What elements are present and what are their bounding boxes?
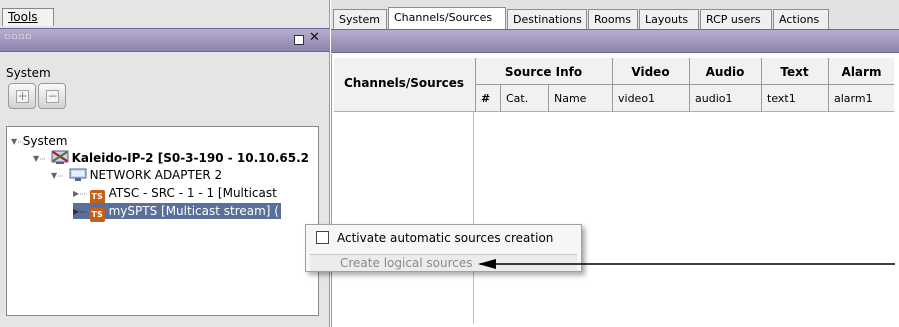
- plus-icon: +: [16, 89, 29, 103]
- remove-button[interactable]: −: [38, 83, 66, 109]
- tree-node-system[interactable]: ▼···System: [11, 133, 68, 149]
- col-audio1[interactable]: audio1: [689, 85, 761, 112]
- group-source-info[interactable]: Source Info: [476, 65, 611, 79]
- channels-sources-grid[interactable]: Channels/Sources Source Info Video Audio…: [331, 54, 899, 327]
- tree-node-label: System: [22, 134, 68, 148]
- system-label: System: [6, 66, 51, 80]
- panel-titlebar[interactable]: [331, 29, 899, 53]
- tab-destinations[interactable]: Destinations: [507, 9, 587, 29]
- main-panel: System Channels/Sources Destinations Roo…: [331, 0, 899, 327]
- col-number[interactable]: #: [475, 85, 500, 112]
- menu-item-label: Activate automatic sources creation: [337, 231, 554, 245]
- col-video1[interactable]: video1: [612, 85, 689, 112]
- group-video[interactable]: Video: [613, 65, 688, 79]
- tab-system[interactable]: System: [333, 9, 387, 29]
- system-tree[interactable]: ▼···System ▼··· Kaleido-IP-2 [S0-3-190 -…: [6, 126, 319, 316]
- tree-node-label: ATSC - SRC - 1 - 1 [Multicast: [108, 186, 277, 200]
- tab-rcp-users[interactable]: RCP users: [700, 9, 772, 29]
- group-alarm[interactable]: Alarm: [829, 65, 894, 79]
- menu-item-activate-automatic-sources[interactable]: Activate automatic sources creation: [316, 231, 553, 245]
- network-adapter-icon: [69, 168, 87, 186]
- tree-node-adapter[interactable]: ▼··· NETWORK ADAPTER 2: [51, 167, 222, 183]
- tab-rooms[interactable]: Rooms: [588, 9, 638, 29]
- group-text[interactable]: Text: [762, 65, 827, 79]
- panel-titlebar[interactable]: ▫▫▫▫ ✕: [0, 28, 330, 52]
- tree-node-label: Kaleido-IP-2 [S0-3-190 - 10.10.65.2: [71, 151, 310, 165]
- row-header-label: Channels/Sources: [343, 76, 465, 90]
- tab-bar: System Channels/Sources Destinations Roo…: [331, 0, 899, 30]
- col-text1[interactable]: text1: [761, 85, 828, 112]
- tree-node-device[interactable]: ▼··· Kaleido-IP-2 [S0-3-190 - 10.10.65.2: [33, 149, 309, 165]
- system-panel: Tools ▫▫▫▫ ✕ System + − ▼···System ▼··· …: [0, 0, 330, 327]
- tab-channels-sources[interactable]: Channels/Sources: [388, 7, 506, 30]
- transport-stream-icon: TS: [89, 190, 105, 204]
- minus-icon: −: [46, 89, 59, 103]
- tree-node-stream-atsc[interactable]: ▶···· TS ATSC - SRC - 1 - 1 [Multicast: [73, 185, 277, 204]
- checkbox-icon[interactable]: [316, 231, 329, 244]
- grid-header: Channels/Sources Source Info Video Audio…: [334, 58, 894, 112]
- tab-actions[interactable]: Actions: [773, 9, 829, 29]
- menu-item-create-logical-sources[interactable]: Create logical sources: [310, 255, 577, 271]
- tree-node-stream-myspts[interactable]: ▶···· TS mySPTS [Multicast stream] (: [73, 203, 281, 222]
- tree-node-label: NETWORK ADAPTER 2: [89, 168, 223, 182]
- col-alarm1[interactable]: alarm1: [828, 85, 894, 112]
- kaleido-device-icon: [51, 149, 69, 169]
- context-menu: Activate automatic sources creation Crea…: [305, 224, 582, 272]
- drag-grip-icon[interactable]: ▫▫▫▫: [4, 32, 32, 42]
- tree-node-label: mySPTS [Multicast stream] (: [108, 204, 279, 218]
- col-name[interactable]: Name: [548, 85, 612, 112]
- group-audio[interactable]: Audio: [690, 65, 760, 79]
- tools-tab[interactable]: Tools: [2, 8, 54, 26]
- close-icon[interactable]: ✕: [309, 30, 320, 45]
- col-category[interactable]: Cat.: [500, 85, 548, 112]
- dock-icon[interactable]: [294, 35, 304, 45]
- add-button[interactable]: +: [8, 83, 36, 109]
- transport-stream-icon: TS: [89, 208, 105, 222]
- tab-layouts[interactable]: Layouts: [639, 9, 699, 29]
